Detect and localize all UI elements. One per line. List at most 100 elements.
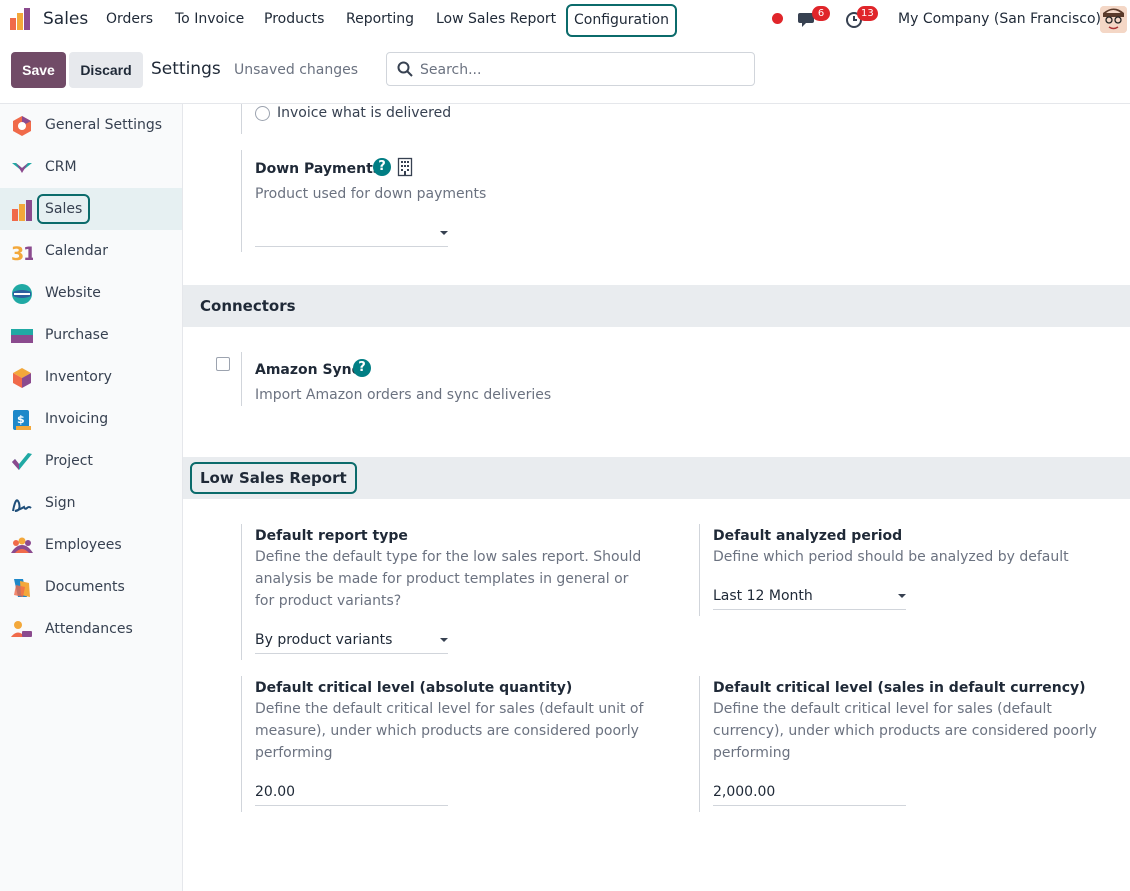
- top-navbar: Sales Orders To Invoice Products Reporti…: [0, 0, 1130, 40]
- down-payments-description: Product used for down payments: [255, 186, 487, 202]
- sidebar-item-attendances[interactable]: Attendances: [0, 608, 182, 650]
- sidebar-item-label: CRM: [45, 159, 77, 175]
- sales-icon: [12, 200, 32, 221]
- sidebar-item-project[interactable]: Project: [0, 440, 182, 482]
- sidebar-item-label: Inventory: [45, 369, 112, 385]
- sidebar-item-label: Sign: [45, 495, 76, 511]
- critical-quantity-label: Default critical level (absolute quantit…: [255, 680, 573, 696]
- critical-quantity-description: Define the default critical level for sa…: [255, 701, 644, 761]
- sidebar-item-inventory[interactable]: Inventory: [0, 356, 182, 398]
- critical-sales-label: Default critical level (sales in default…: [713, 680, 1086, 696]
- invoice-delivered-label[interactable]: Invoice what is delivered: [277, 105, 451, 121]
- menu-reporting[interactable]: Reporting: [346, 11, 414, 27]
- save-button[interactable]: Save: [11, 52, 66, 88]
- svg-text:1: 1: [23, 243, 33, 263]
- sidebar-item-label: Website: [45, 285, 101, 301]
- status-dot-icon[interactable]: [772, 13, 783, 24]
- menu-low-sales-report[interactable]: Low Sales Report: [436, 11, 556, 27]
- project-icon: [12, 453, 32, 470]
- amazon-sync-label: Amazon Sync: [255, 362, 360, 378]
- setting-divider: [699, 524, 700, 616]
- activities-badge: 13: [857, 6, 878, 21]
- amazon-sync-help-icon[interactable]: ?: [353, 359, 371, 377]
- employees-icon: [11, 537, 33, 553]
- general-settings-icon: [13, 116, 31, 136]
- chevron-down-icon: [440, 231, 448, 235]
- chevron-down-icon: [440, 638, 448, 642]
- app-name[interactable]: Sales: [43, 9, 88, 29]
- sidebar-item-label: Attendances: [45, 621, 133, 637]
- down-payments-product-select[interactable]: [255, 221, 448, 247]
- discard-button[interactable]: Discard: [69, 52, 143, 88]
- website-icon: [12, 284, 32, 304]
- sidebar-item-sign[interactable]: Sign: [0, 482, 182, 524]
- sidebar-item-website[interactable]: Website: [0, 272, 182, 314]
- messages-badge: 6: [812, 6, 830, 21]
- settings-sidebar: General Settings CRM Sales 3 1 Calendar …: [0, 104, 183, 891]
- settings-content: Invoice what is delivered Down Payments …: [183, 104, 1130, 891]
- attendances-icon: [11, 621, 32, 637]
- svg-text:$: $: [17, 413, 25, 426]
- setting-divider: [241, 676, 242, 812]
- company-switcher[interactable]: My Company (San Francisco): [898, 11, 1101, 27]
- setting-divider: [699, 676, 700, 812]
- amazon-sync-checkbox[interactable]: [216, 357, 230, 371]
- calendar-icon: 3 1: [11, 243, 33, 263]
- analyzed-period-value: Last 12 Month: [713, 588, 813, 604]
- search-icon: [397, 61, 413, 77]
- connectors-title: Connectors: [200, 297, 296, 315]
- sidebar-item-label: General Settings: [45, 117, 163, 133]
- search-input[interactable]: [420, 60, 740, 80]
- invoice-delivered-radio[interactable]: [255, 106, 270, 121]
- sidebar-item-label: Employees: [45, 537, 122, 553]
- sidebar-item-documents[interactable]: Documents: [0, 566, 182, 608]
- setting-divider: [241, 524, 242, 660]
- critical-quantity-value: 20.00: [255, 784, 296, 800]
- purchase-icon: [11, 329, 33, 343]
- setting-divider: [241, 352, 242, 406]
- critical-sales-value: 2,000.00: [713, 784, 776, 800]
- sidebar-item-invoicing[interactable]: $ Invoicing: [0, 398, 182, 440]
- sidebar-item-calendar[interactable]: 3 1 Calendar: [0, 230, 182, 272]
- report-type-value: By product variants: [255, 632, 393, 648]
- analyzed-period-label: Default analyzed period: [713, 528, 903, 544]
- sidebar-item-sales[interactable]: Sales: [0, 188, 182, 230]
- sidebar-item-crm[interactable]: CRM: [0, 146, 182, 188]
- sidebar-item-label: Calendar: [45, 243, 108, 259]
- documents-icon: [14, 579, 30, 597]
- amazon-sync-description: Import Amazon orders and sync deliveries: [255, 387, 552, 403]
- connectors-section-header: Connectors: [183, 285, 1130, 327]
- setting-divider: [241, 104, 242, 134]
- analyzed-period-select[interactable]: Last 12 Month: [713, 584, 906, 610]
- sidebar-item-label: Invoicing: [45, 411, 109, 427]
- menu-configuration[interactable]: Configuration: [566, 4, 677, 37]
- sidebar-item-employees[interactable]: Employees: [0, 524, 182, 566]
- page-title: Settings: [151, 59, 221, 79]
- critical-quantity-input[interactable]: 20.00: [255, 780, 448, 806]
- crm-icon: [12, 163, 32, 173]
- report-type-label: Default report type: [255, 528, 408, 544]
- user-avatar[interactable]: [1100, 6, 1127, 33]
- critical-sales-description: Define the default critical level for sa…: [713, 701, 1097, 761]
- sales-app-icon[interactable]: [9, 7, 33, 31]
- company-building-icon: [397, 157, 413, 177]
- search-box[interactable]: [386, 52, 755, 86]
- menu-orders[interactable]: Orders: [106, 11, 153, 27]
- sidebar-item-label: Documents: [45, 579, 125, 595]
- setting-divider: [241, 150, 242, 252]
- down-payments-help-icon[interactable]: ?: [373, 158, 391, 176]
- invoicing-icon: $: [13, 410, 31, 430]
- menu-products[interactable]: Products: [264, 11, 324, 27]
- unsaved-indicator: Unsaved changes: [234, 62, 359, 78]
- sidebar-item-purchase[interactable]: Purchase: [0, 314, 182, 356]
- low-sales-report-section-header: Low Sales Report: [183, 457, 1130, 499]
- critical-sales-input[interactable]: 2,000.00: [713, 780, 906, 806]
- menu-to-invoice[interactable]: To Invoice: [175, 11, 244, 27]
- report-type-description: Define the default type for the low sale…: [255, 549, 642, 609]
- sidebar-item-general-settings[interactable]: General Settings: [0, 104, 182, 146]
- sign-icon: [12, 499, 32, 512]
- sidebar-item-label: Purchase: [45, 327, 109, 343]
- chevron-down-icon: [898, 594, 906, 598]
- report-type-select[interactable]: By product variants: [255, 628, 448, 654]
- avatar-face-icon: [1100, 6, 1127, 33]
